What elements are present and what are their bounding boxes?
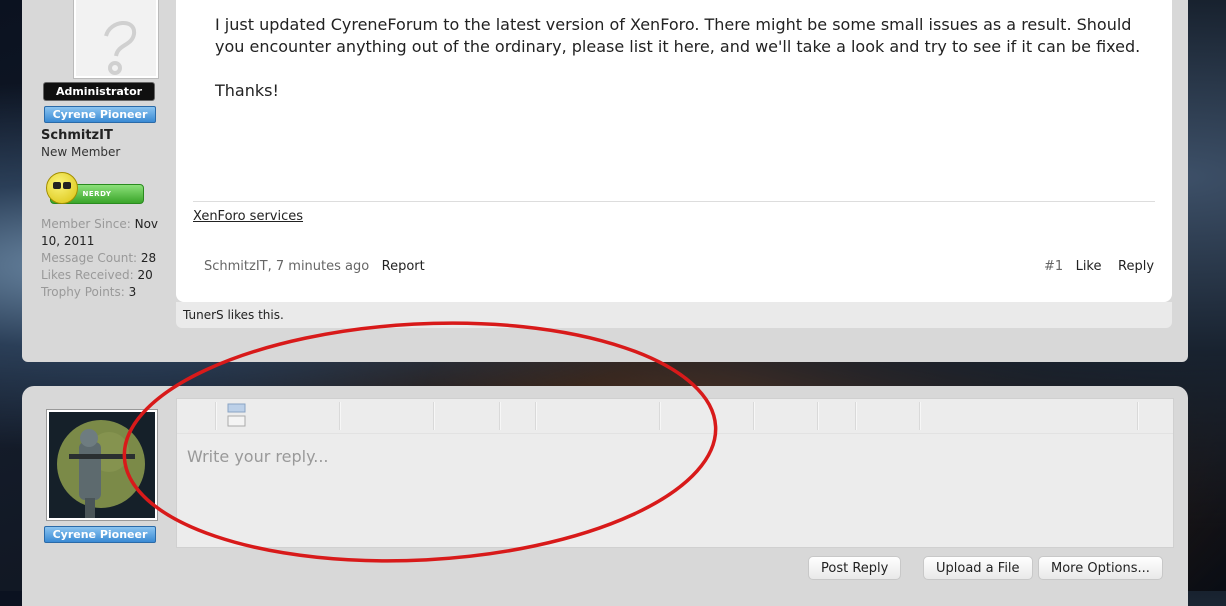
likes-summary: TunerS likes this. <box>176 302 1172 328</box>
stat-member-since: Member Since: Nov 10, 2011 <box>41 216 171 250</box>
nerdy-smiley-icon <box>46 172 78 204</box>
stat-label: Member Since: <box>41 217 131 231</box>
stat-likes-received: Likes Received: 20 <box>41 267 171 284</box>
stat-value: 20 <box>137 268 153 282</box>
administrator-badge: Administrator <box>44 83 154 100</box>
toolbar-separator <box>919 402 921 430</box>
toolbar-separator <box>433 402 435 430</box>
editor-toolbar <box>177 399 1173 434</box>
toolbar-separator <box>753 402 755 430</box>
pioneer-badge: Cyrene Pioneer <box>44 106 156 123</box>
toolbar-separator <box>817 402 819 430</box>
toolbar-separator <box>339 402 341 430</box>
toolbar-separator <box>855 402 857 430</box>
reply-placeholder: Write your reply... <box>187 447 329 466</box>
rank-banner: NERDY <box>40 172 144 204</box>
post-reply-button[interactable]: Post Reply <box>808 556 902 580</box>
message-post: Administrator Cyrene Pioneer SchmitzIT N… <box>22 0 1188 362</box>
quick-reply-form: Cyrene Pioneer Write your reply... Post … <box>22 386 1188 606</box>
stat-message-count: Message Count: 28 <box>41 250 171 267</box>
reply-link[interactable]: Reply <box>1118 259 1154 274</box>
toolbar-separator <box>1137 402 1139 430</box>
toolbar-separator <box>499 402 501 430</box>
like-link[interactable]: Like <box>1076 259 1102 274</box>
user-avatar[interactable] <box>74 0 158 78</box>
report-link[interactable]: Report <box>382 259 425 274</box>
signature-divider <box>193 201 1155 202</box>
username-link[interactable]: SchmitzIT <box>41 128 113 143</box>
message-meta-right: #1 Like Reply <box>1044 259 1154 274</box>
stat-value[interactable]: 3 <box>129 285 137 299</box>
more-options-button[interactable]: More Options... <box>1038 556 1163 580</box>
soldier-avatar-image <box>49 412 155 518</box>
stat-value[interactable]: 28 <box>141 251 156 265</box>
reply-editor[interactable]: Write your reply... <box>176 398 1174 548</box>
stat-label: Trophy Points: <box>41 285 125 299</box>
stat-label: Likes Received: <box>41 268 134 282</box>
pioneer-badge: Cyrene Pioneer <box>44 526 156 543</box>
message-paragraph: I just updated CyreneForum to the latest… <box>215 15 1141 56</box>
signature-link[interactable]: XenForo services <box>193 209 303 224</box>
message-closing: Thanks! <box>215 81 279 100</box>
image-toolbar-icon[interactable] <box>227 403 247 427</box>
likes-summary-text[interactable]: TunerS likes this. <box>183 308 284 322</box>
toolbar-separator <box>535 402 537 430</box>
message-content: I just updated CyreneForum to the latest… <box>176 0 1172 302</box>
stat-trophy-points: Trophy Points: 3 <box>41 284 171 301</box>
toolbar-separator <box>215 402 217 430</box>
blank-avatar-icon <box>104 21 136 75</box>
message-meta-left: SchmitzIT, 7 minutes ago Report <box>204 259 425 274</box>
upload-file-button[interactable]: Upload a File <box>923 556 1033 580</box>
author-timestamp[interactable]: SchmitzIT, 7 minutes ago <box>204 259 369 274</box>
reply-user-avatar[interactable] <box>47 410 157 520</box>
message-user-info: Administrator Cyrene Pioneer SchmitzIT N… <box>22 0 176 362</box>
user-stats: Member Since: Nov 10, 2011 Message Count… <box>41 216 171 301</box>
post-number-link[interactable]: #1 <box>1044 259 1063 274</box>
user-title: New Member <box>41 145 121 159</box>
toolbar-separator <box>659 402 661 430</box>
stat-label: Message Count: <box>41 251 138 265</box>
message-text: I just updated CyreneForum to the latest… <box>215 14 1145 102</box>
